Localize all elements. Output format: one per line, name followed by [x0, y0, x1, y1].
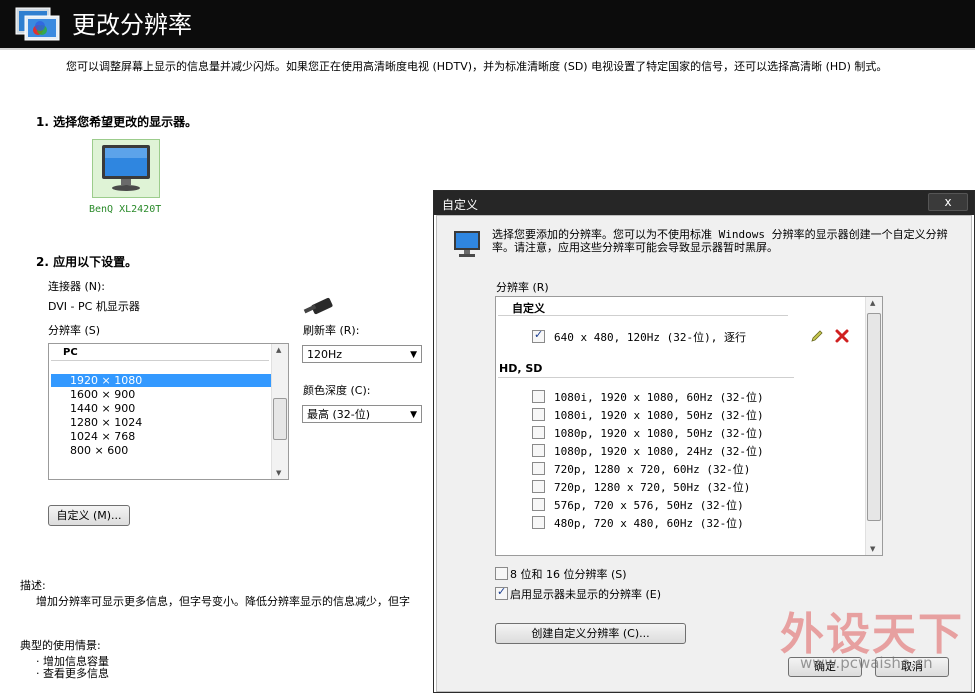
resolution-item[interactable]: 800 × 600: [51, 444, 271, 457]
header-divider: [0, 48, 975, 50]
scroll-up-icon[interactable]: ▲: [276, 346, 281, 354]
hd-item-label: 1080i, 1920 x 1080, 50Hz (32-位): [554, 409, 764, 422]
group-divider: [51, 360, 269, 361]
hd-item-checkbox[interactable]: [532, 444, 545, 457]
connector-label: 连接器 (N):: [48, 280, 106, 293]
close-button[interactable]: x: [928, 193, 968, 211]
watermark-url: www.pcwaishe.cn: [800, 654, 933, 672]
close-icon: x: [944, 195, 952, 209]
page-header: 更改分辨率: [0, 0, 975, 48]
hd-item-checkbox[interactable]: [532, 426, 545, 439]
custom-resolution-list[interactable]: 自定义 640 x 480, 120Hz (32-位), 逐行 HD, SD 1…: [495, 296, 883, 556]
scroll-down-icon[interactable]: ▼: [276, 469, 281, 477]
hd-item-label: 576p, 720 x 576, 50Hz (32-位): [554, 499, 744, 512]
bit-depth-checkbox[interactable]: [495, 567, 508, 580]
step2-title: 2. 应用以下设置。: [36, 255, 138, 269]
dialog-description: 选择您要添加的分辨率。您可以为不使用标准 Windows 分辨率的显示器创建一个…: [492, 228, 948, 254]
create-custom-resolution-button[interactable]: 创建自定义分辨率 (C)...: [495, 623, 686, 644]
usage-item: · 查看更多信息: [36, 667, 109, 680]
monitor-icon: [102, 145, 150, 191]
resolution-item[interactable]: 1440 × 900: [51, 402, 271, 415]
hd-item-checkbox[interactable]: [532, 408, 545, 421]
hd-item-label: 480p, 720 x 480, 60Hz (32-位): [554, 517, 744, 530]
scroll-down-icon[interactable]: ▼: [870, 545, 875, 553]
hidden-res-checkbox[interactable]: [495, 585, 508, 600]
dvi-cable-icon: [303, 297, 333, 315]
refresh-rate-value: 120Hz: [307, 348, 343, 361]
refresh-rate-select[interactable]: 120Hz ▼: [302, 345, 422, 363]
resolution-item[interactable]: 1600 × 900: [51, 388, 271, 401]
color-depth-value: 最高 (32-位): [307, 408, 371, 421]
hd-item-checkbox[interactable]: [532, 390, 545, 403]
group-header-custom: 自定义: [512, 302, 545, 315]
hd-item-checkbox[interactable]: [532, 498, 545, 511]
usage-title: 典型的使用情景:: [20, 639, 101, 652]
display-settings-icon: [15, 7, 60, 41]
monitor-name: BenQ XL2420T: [89, 204, 162, 215]
dialog-resolution-label: 分辨率 (R): [496, 281, 549, 294]
scroll-thumb[interactable]: [273, 398, 287, 440]
intro-text: 您可以调整屏幕上显示的信息量并减少闪烁。如果您正在使用高清晰度电视 (HDTV)…: [66, 60, 888, 73]
resolution-item[interactable]: 1280 × 1024: [51, 416, 271, 429]
delete-icon[interactable]: [834, 328, 850, 344]
resolution-list[interactable]: PC 1920 × 1080 1600 × 900 1440 × 900 128…: [48, 343, 289, 480]
hd-item-label: 720p, 1280 x 720, 50Hz (32-位): [554, 481, 751, 494]
hd-item-checkbox[interactable]: [532, 516, 545, 529]
custom-button[interactable]: 自定义 (M)...: [48, 505, 130, 526]
scroll-thumb[interactable]: [867, 313, 881, 521]
hd-item-label: 1080p, 1920 x 1080, 50Hz (32-位): [554, 427, 764, 440]
chevron-down-icon: ▼: [410, 350, 417, 360]
edit-pencil-icon[interactable]: [809, 328, 825, 344]
hd-item-label: 1080p, 1920 x 1080, 24Hz (32-位): [554, 445, 764, 458]
description-title: 描述:: [20, 579, 46, 592]
dialog-title: 自定义: [442, 198, 479, 212]
watermark-text: 外设天下: [780, 609, 964, 660]
dialog-list-scrollbar[interactable]: ▲ ▼: [865, 297, 882, 555]
description-text: 增加分辨率可显示更多信息，但字号变小。降低分辨率显示的信息减少，但字: [36, 595, 410, 608]
connector-value: DVI - PC 机显示器: [48, 300, 140, 313]
monitor-icon: [454, 231, 480, 257]
hd-item-checkbox[interactable]: [532, 462, 545, 475]
chevron-down-icon: ▼: [410, 410, 417, 420]
hidden-res-label: 启用显示器未显示的分辨率 (E): [510, 588, 662, 601]
monitor-selector[interactable]: [92, 139, 160, 198]
resolution-group-header: PC: [63, 347, 78, 358]
hd-item-label: 720p, 1280 x 720, 60Hz (32-位): [554, 463, 751, 476]
resolution-item[interactable]: 1024 × 768: [51, 430, 271, 443]
group-header-hd-sd: HD, SD: [499, 362, 543, 375]
page-title: 更改分辨率: [72, 11, 192, 39]
resolution-label: 分辨率 (S): [48, 324, 101, 337]
scroll-up-icon[interactable]: ▲: [870, 299, 875, 307]
bit-depth-label: 8 位和 16 位分辨率 (S): [510, 568, 627, 581]
group-divider: [498, 315, 788, 316]
hd-item-label: 1080i, 1920 x 1080, 60Hz (32-位): [554, 391, 764, 404]
color-depth-label: 颜色深度 (C):: [303, 384, 371, 397]
custom-item-checkbox[interactable]: [532, 328, 545, 343]
refresh-label: 刷新率 (R):: [303, 324, 360, 337]
resolution-scrollbar[interactable]: ▲ ▼: [271, 344, 288, 479]
color-depth-select[interactable]: 最高 (32-位) ▼: [302, 405, 422, 423]
resolution-item[interactable]: 1920 × 1080: [51, 374, 271, 387]
custom-item-label: 640 x 480, 120Hz (32-位), 逐行: [554, 331, 746, 344]
hd-item-checkbox[interactable]: [532, 480, 545, 493]
step1-title: 1. 选择您希望更改的显示器。: [36, 115, 198, 129]
group-divider: [498, 377, 794, 378]
dialog-titlebar[interactable]: 自定义 x: [434, 191, 974, 215]
